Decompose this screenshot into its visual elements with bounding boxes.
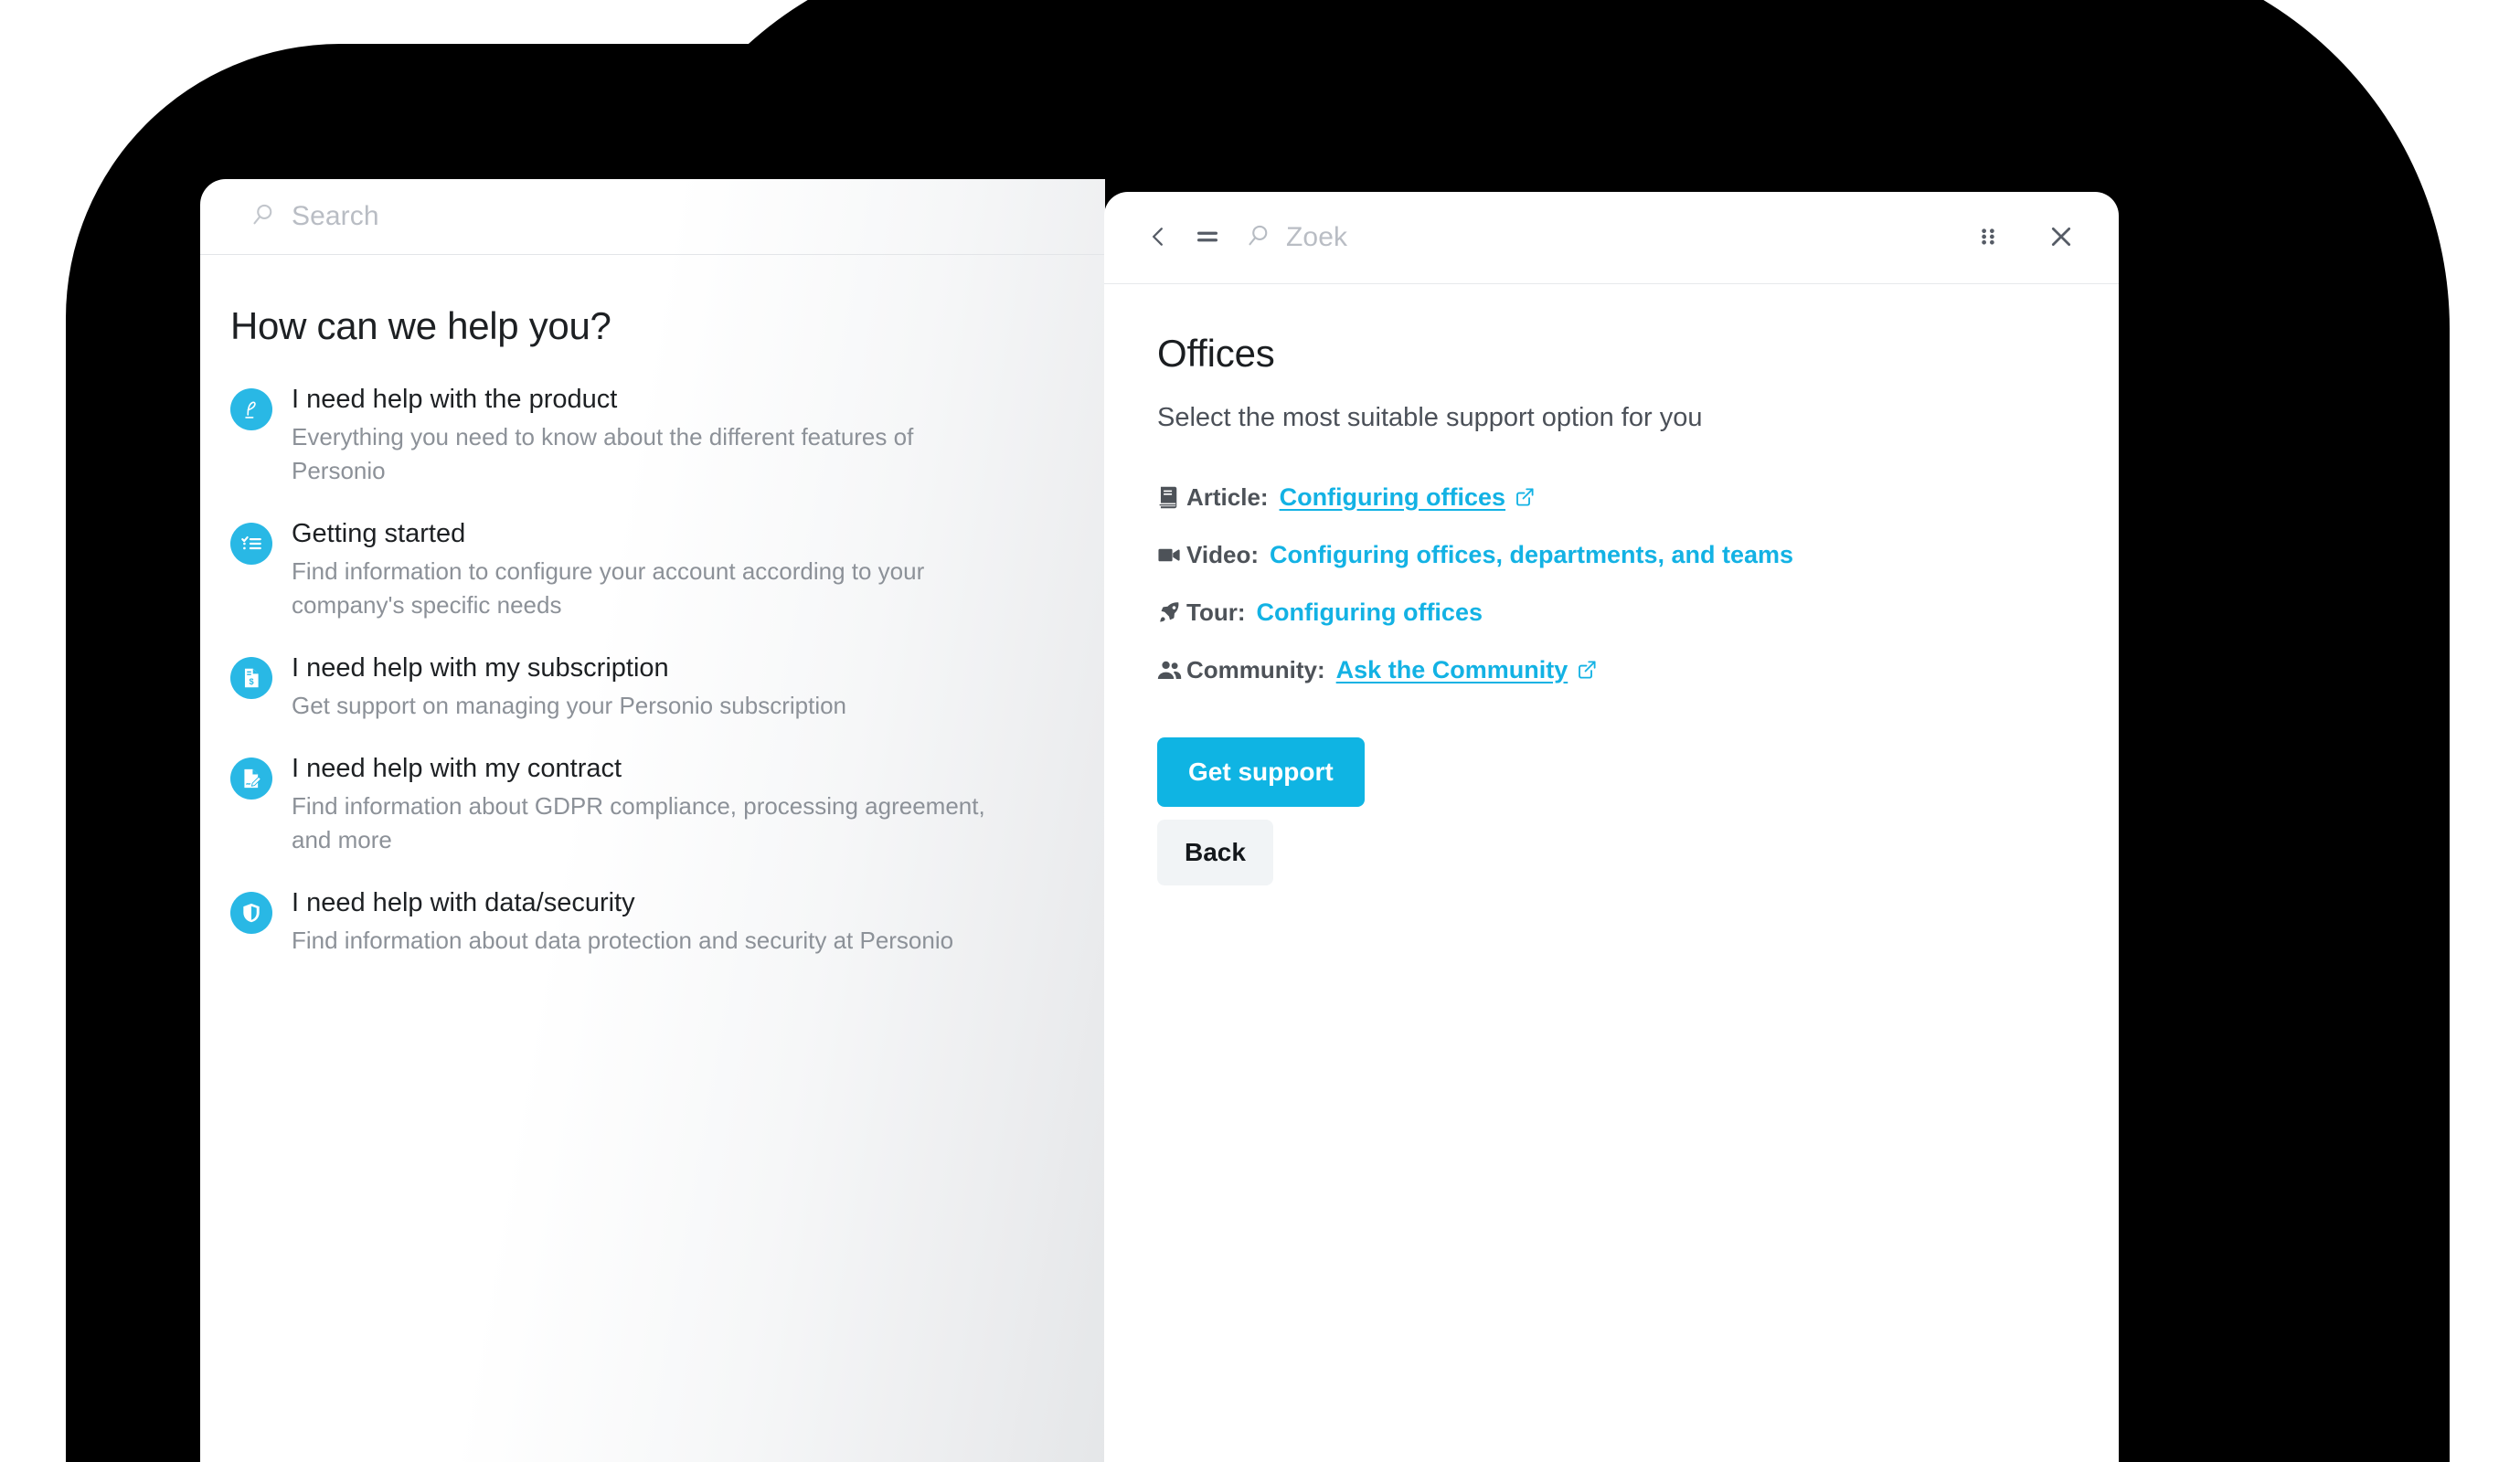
- chevron-left-icon: [1146, 223, 1170, 253]
- support-option-list: Article: Configuring offices Video: Conf…: [1157, 481, 2119, 686]
- support-option-link[interactable]: Configuring offices: [1280, 483, 1535, 512]
- shield-icon: [230, 891, 272, 934]
- support-option-link[interactable]: Ask the Community: [1336, 656, 1598, 684]
- support-options-panel: Zoek Offices Select the most suitable su…: [1104, 192, 2119, 1462]
- video-camera-icon: [1157, 545, 1186, 565]
- support-option-link[interactable]: Configuring offices: [1257, 599, 1483, 627]
- panel-title: Offices: [1157, 332, 1275, 375]
- background-search-bar[interactable]: Search: [200, 179, 1105, 254]
- help-topic-description: Find information about GDPR compliance, …: [292, 791, 985, 853]
- help-topic-title: I need help with data/security: [292, 887, 635, 917]
- help-topic-description: Get support on managing your Personio su…: [292, 691, 847, 719]
- support-option-community: Community: Ask the Community: [1157, 653, 2119, 686]
- help-topic-list: I need help with the product Everything …: [230, 383, 1105, 958]
- action-buttons: Get support Back: [1157, 737, 2119, 885]
- help-topic-title: Getting started: [292, 518, 466, 548]
- help-topic-description: Find information about data protection a…: [292, 926, 954, 954]
- search-placeholder: Zoek: [1286, 222, 1348, 252]
- search-icon: [250, 201, 277, 233]
- background-search-placeholder: Search: [292, 201, 379, 231]
- help-topic-product[interactable]: I need help with the product Everything …: [230, 383, 1105, 488]
- panel-subtitle: Select the most suitable support option …: [1157, 403, 1703, 432]
- external-link-icon: [1577, 660, 1597, 680]
- close-button[interactable]: [2036, 213, 2086, 262]
- support-option-tour: Tour: Configuring offices: [1157, 596, 2119, 629]
- help-topic-title: I need help with my subscription: [292, 652, 669, 683]
- help-topic-data-security[interactable]: I need help with data/security Find info…: [230, 886, 1105, 958]
- support-option-link[interactable]: Configuring offices, departments, and te…: [1270, 541, 1793, 569]
- contract-signature-icon: [230, 757, 272, 800]
- grip-dots-icon: [1978, 223, 1998, 253]
- back-button[interactable]: Back: [1157, 820, 1273, 885]
- help-topic-contract[interactable]: I need help with my contract Find inform…: [230, 752, 1105, 857]
- help-topic-subscription[interactable]: $ I need help with my subscription Get s…: [230, 652, 1105, 723]
- support-option-label: Community:: [1186, 655, 1325, 683]
- svg-text:$: $: [249, 677, 253, 686]
- personio-signature-icon: [230, 388, 272, 430]
- support-panel-header: Zoek: [1104, 192, 2119, 283]
- support-option-label: Tour:: [1186, 598, 1246, 626]
- checklist-icon: [230, 522, 272, 565]
- support-option-label: Video:: [1186, 540, 1259, 568]
- help-topic-description: Everything you need to know about the di…: [292, 423, 914, 485]
- close-icon: [2047, 222, 2076, 254]
- search-input[interactable]: Zoek: [1245, 222, 1963, 254]
- screenshot-stage: Search How can we help you? I need help …: [0, 0, 2520, 1462]
- help-topic-description: Find information to configure your accou…: [292, 557, 925, 619]
- help-topic-title: I need help with my contract: [292, 753, 622, 783]
- menu-button[interactable]: [1183, 213, 1232, 262]
- header-actions: [1963, 213, 2086, 262]
- search-icon: [1245, 222, 1272, 254]
- back-nav-button[interactable]: [1133, 213, 1183, 262]
- book-icon: [1157, 485, 1186, 510]
- support-panel-body: Offices Select the most suitable support…: [1104, 284, 2119, 885]
- external-link-icon: [1515, 487, 1535, 507]
- support-option-video: Video: Configuring offices, departments,…: [1157, 538, 2119, 571]
- help-topic-getting-started[interactable]: Getting started Find information to conf…: [230, 517, 1105, 622]
- drag-handle-button[interactable]: [1963, 213, 2013, 262]
- help-center-panel: Search How can we help you? I need help …: [200, 179, 1105, 1462]
- page-title: How can we help you?: [230, 304, 611, 347]
- support-option-article: Article: Configuring offices: [1157, 481, 2119, 514]
- help-center-body: How can we help you? I need help with th…: [200, 255, 1105, 958]
- support-option-label: Article:: [1186, 482, 1269, 511]
- get-support-button[interactable]: Get support: [1157, 737, 1365, 807]
- invoice-dollar-icon: $: [230, 656, 272, 699]
- hamburger-menu-icon: [1194, 223, 1221, 253]
- people-icon: [1157, 660, 1186, 681]
- help-topic-title: I need help with the product: [292, 385, 618, 414]
- rocket-icon: [1157, 600, 1186, 624]
